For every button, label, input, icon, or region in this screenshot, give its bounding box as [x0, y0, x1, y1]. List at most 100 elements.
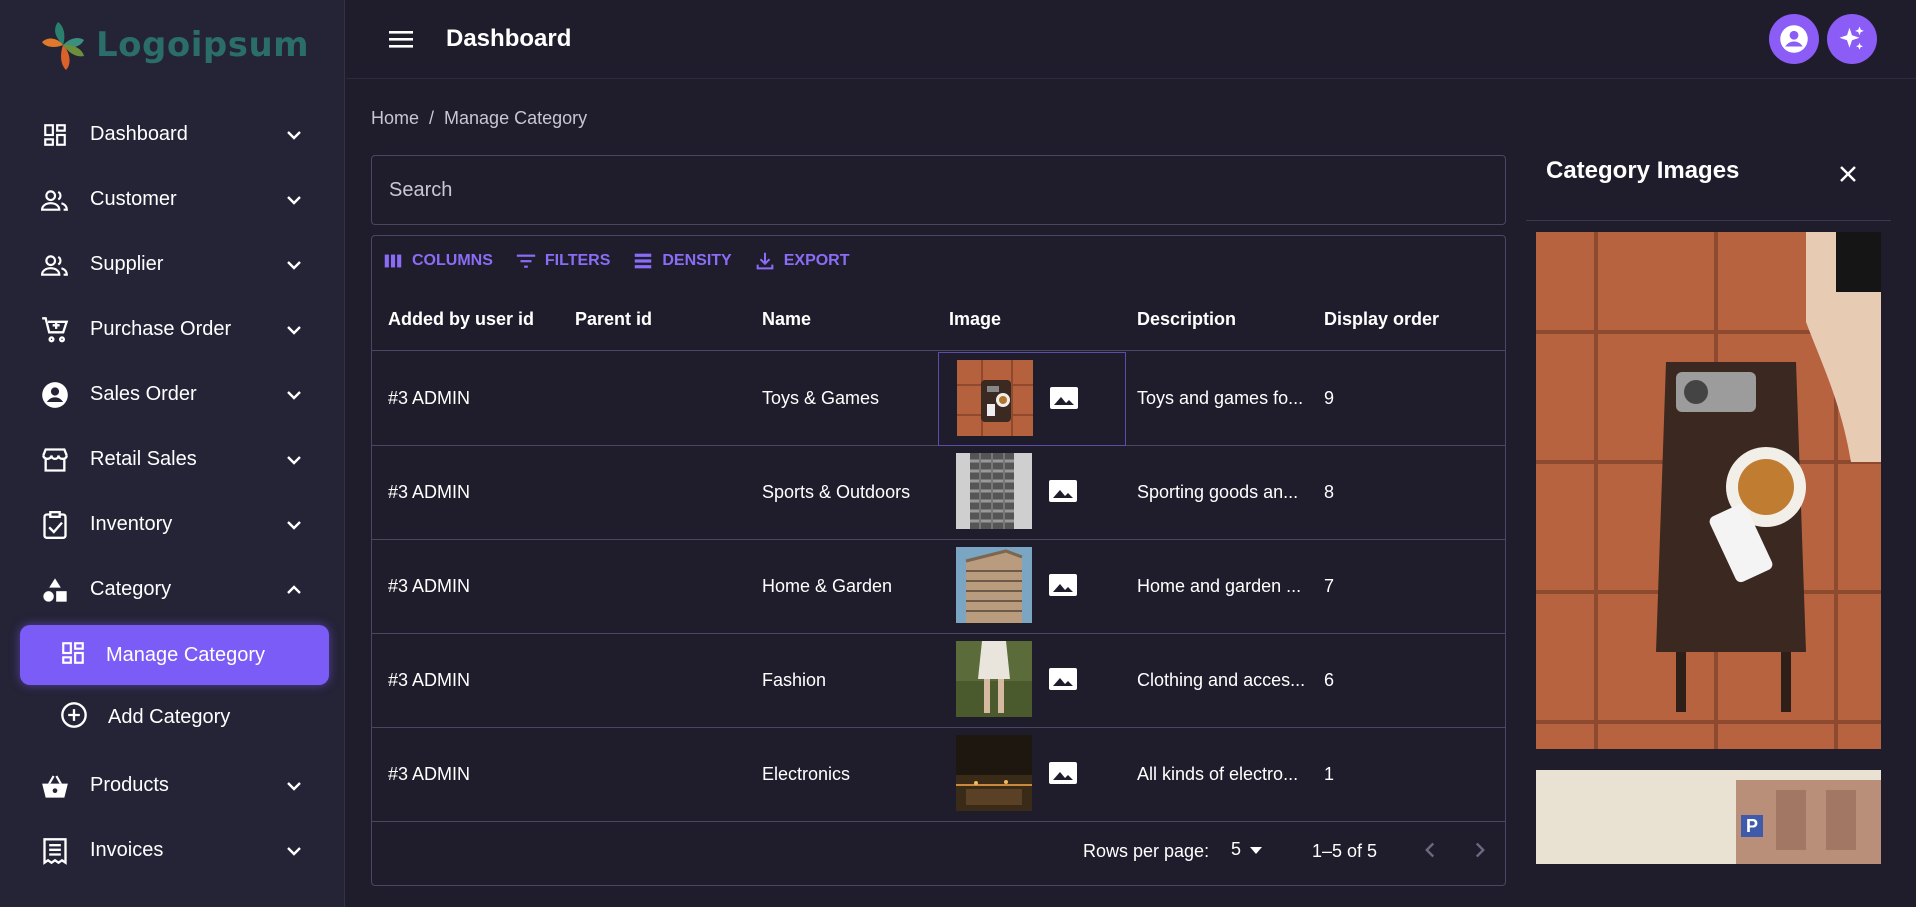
- category-thumbnail[interactable]: [957, 360, 1033, 436]
- sparkle-icon: [1839, 26, 1864, 50]
- next-page-icon[interactable]: [1467, 837, 1493, 863]
- store-icon: [40, 445, 70, 475]
- sidebar-item-supplier[interactable]: Supplier: [0, 232, 345, 297]
- sidebar-item-add-category[interactable]: Add Category: [0, 685, 345, 750]
- sidebar-item-sales-order[interactable]: Sales Order: [0, 362, 345, 427]
- sidebar-item-category[interactable]: Category: [0, 557, 345, 622]
- cart-icon: [40, 315, 70, 345]
- image-icon[interactable]: [1048, 573, 1078, 597]
- sidebar-item-dashboard[interactable]: Dashboard: [0, 102, 345, 167]
- rows-per-page-value: 5: [1231, 839, 1242, 859]
- export-button[interactable]: EXPORT: [754, 250, 850, 272]
- sidebar-item-label: Retail Sales: [90, 448, 197, 470]
- table-header: Added by user id Parent id Name Image De…: [372, 291, 1505, 351]
- cell-description: Home and garden ...: [1137, 576, 1302, 596]
- cell-name: Fashion: [762, 670, 827, 690]
- image-icon[interactable]: [1048, 667, 1078, 691]
- page-title: Dashboard: [446, 25, 572, 52]
- receipt-icon: [40, 836, 70, 866]
- sidebar-item-products[interactable]: Products: [0, 753, 345, 818]
- chevron-down-icon: [287, 847, 301, 856]
- column-header-parent-id[interactable]: Parent id: [575, 309, 652, 330]
- search-input[interactable]: [389, 178, 1505, 202]
- rows-per-page-select[interactable]: 5: [1231, 839, 1263, 860]
- category-thumbnail[interactable]: [956, 453, 1032, 529]
- density-button[interactable]: DENSITY: [632, 250, 732, 272]
- table-row[interactable]: #3 ADMIN Toys & Games Toys and games fo.…: [372, 352, 1505, 446]
- image-icon[interactable]: [1049, 386, 1079, 410]
- sidebar-item-label: Products: [90, 774, 169, 796]
- svg-text:P: P: [1746, 816, 1758, 836]
- column-header-added-by[interactable]: Added by user id: [388, 309, 534, 330]
- image-icon[interactable]: [1048, 761, 1078, 785]
- panel-divider: [1526, 220, 1891, 221]
- chevron-down-icon: [287, 521, 301, 530]
- dashboard-icon: [40, 120, 70, 150]
- table-row[interactable]: #3 ADMIN Sports & Outdoors Sporting good…: [372, 446, 1505, 540]
- page-range: 1–5 of 5: [1312, 841, 1378, 861]
- user-avatar-button[interactable]: [1769, 14, 1819, 64]
- sidebar-item-retail-sales[interactable]: Retail Sales: [0, 427, 345, 492]
- cell-image[interactable]: [938, 352, 1126, 446]
- chevron-up-icon: [287, 585, 301, 594]
- logo[interactable]: Logoipsum: [38, 18, 309, 72]
- columns-button[interactable]: COLUMNS: [382, 250, 493, 272]
- category-thumbnail[interactable]: [956, 641, 1032, 717]
- column-header-display-order[interactable]: Display order: [1324, 309, 1439, 330]
- clipboard-check-icon: [40, 510, 70, 540]
- image-icon[interactable]: [1048, 479, 1078, 503]
- basket-icon: [40, 771, 70, 801]
- sidebar-item-invoices[interactable]: Invoices: [0, 818, 345, 883]
- menu-icon[interactable]: [388, 27, 414, 51]
- panel-title: Category Images: [1546, 157, 1740, 184]
- cell-name: Electronics: [762, 764, 851, 784]
- cell-display-order: 8: [1324, 482, 1335, 502]
- close-icon[interactable]: [1836, 162, 1860, 186]
- cell-added-by: #3 ADMIN: [388, 576, 471, 596]
- breadcrumb-separator: /: [429, 108, 435, 128]
- category-image-preview-2[interactable]: P: [1536, 770, 1881, 864]
- ai-assistant-button[interactable]: [1827, 14, 1877, 64]
- account-circle-icon: [1780, 25, 1808, 53]
- cell-image[interactable]: [938, 728, 1126, 822]
- column-header-description[interactable]: Description: [1137, 309, 1236, 330]
- export-label: EXPORT: [783, 252, 850, 269]
- chevron-down-icon: [287, 261, 301, 270]
- sidebar-item-label: Purchase Order: [90, 318, 232, 340]
- cell-description: Sporting goods an...: [1137, 482, 1299, 502]
- filters-button[interactable]: FILTERS: [515, 250, 610, 272]
- table-row[interactable]: #3 ADMIN Electronics All kinds of electr…: [372, 728, 1505, 822]
- category-image-preview[interactable]: [1536, 232, 1881, 749]
- density-label: DENSITY: [662, 252, 732, 269]
- category-data-grid: COLUMNS FILTERS DENSITY EXPORT Added by …: [371, 235, 1506, 886]
- category-thumbnail[interactable]: [956, 547, 1032, 623]
- column-header-image[interactable]: Image: [949, 309, 1001, 330]
- table-row[interactable]: #3 ADMIN Fashion Clothing and acces... 6: [372, 634, 1505, 728]
- table-row[interactable]: #3 ADMIN Home & Garden Home and garden .…: [372, 540, 1505, 634]
- sidebar-item-purchase-order[interactable]: Purchase Order: [0, 297, 345, 362]
- people-icon: [40, 185, 70, 215]
- chevron-down-icon: [287, 391, 301, 400]
- previous-page-icon[interactable]: [1417, 837, 1443, 863]
- sidebar-item-manage-category[interactable]: Manage Category: [20, 625, 329, 685]
- people-icon: [40, 250, 70, 280]
- cell-image[interactable]: [938, 540, 1126, 634]
- sidebar-item-label: Sales Order: [90, 383, 197, 405]
- chevron-down-icon: [287, 456, 301, 465]
- sidebar-item-label: Category: [90, 578, 172, 600]
- breadcrumb: Home / Manage Category: [371, 108, 587, 129]
- breadcrumb-home-link[interactable]: Home: [371, 108, 419, 129]
- sidebar-item-customer[interactable]: Customer: [0, 167, 345, 232]
- cell-image[interactable]: [938, 446, 1126, 540]
- cell-added-by: #3 ADMIN: [388, 482, 471, 502]
- sidebar-item-inventory[interactable]: Inventory: [0, 492, 345, 557]
- sidebar-item-label: Dashboard: [90, 123, 188, 145]
- category-submenu: Manage Category Add Category: [0, 622, 345, 753]
- logo-mark-icon: [42, 22, 84, 70]
- sidebar-item-label: Add Category: [108, 706, 231, 728]
- category-thumbnail[interactable]: [956, 735, 1032, 811]
- column-header-name[interactable]: Name: [762, 309, 811, 330]
- cell-image[interactable]: [938, 634, 1126, 728]
- rows-per-page-label: Rows per page:: [1083, 841, 1210, 861]
- cell-description: All kinds of electro...: [1137, 764, 1299, 784]
